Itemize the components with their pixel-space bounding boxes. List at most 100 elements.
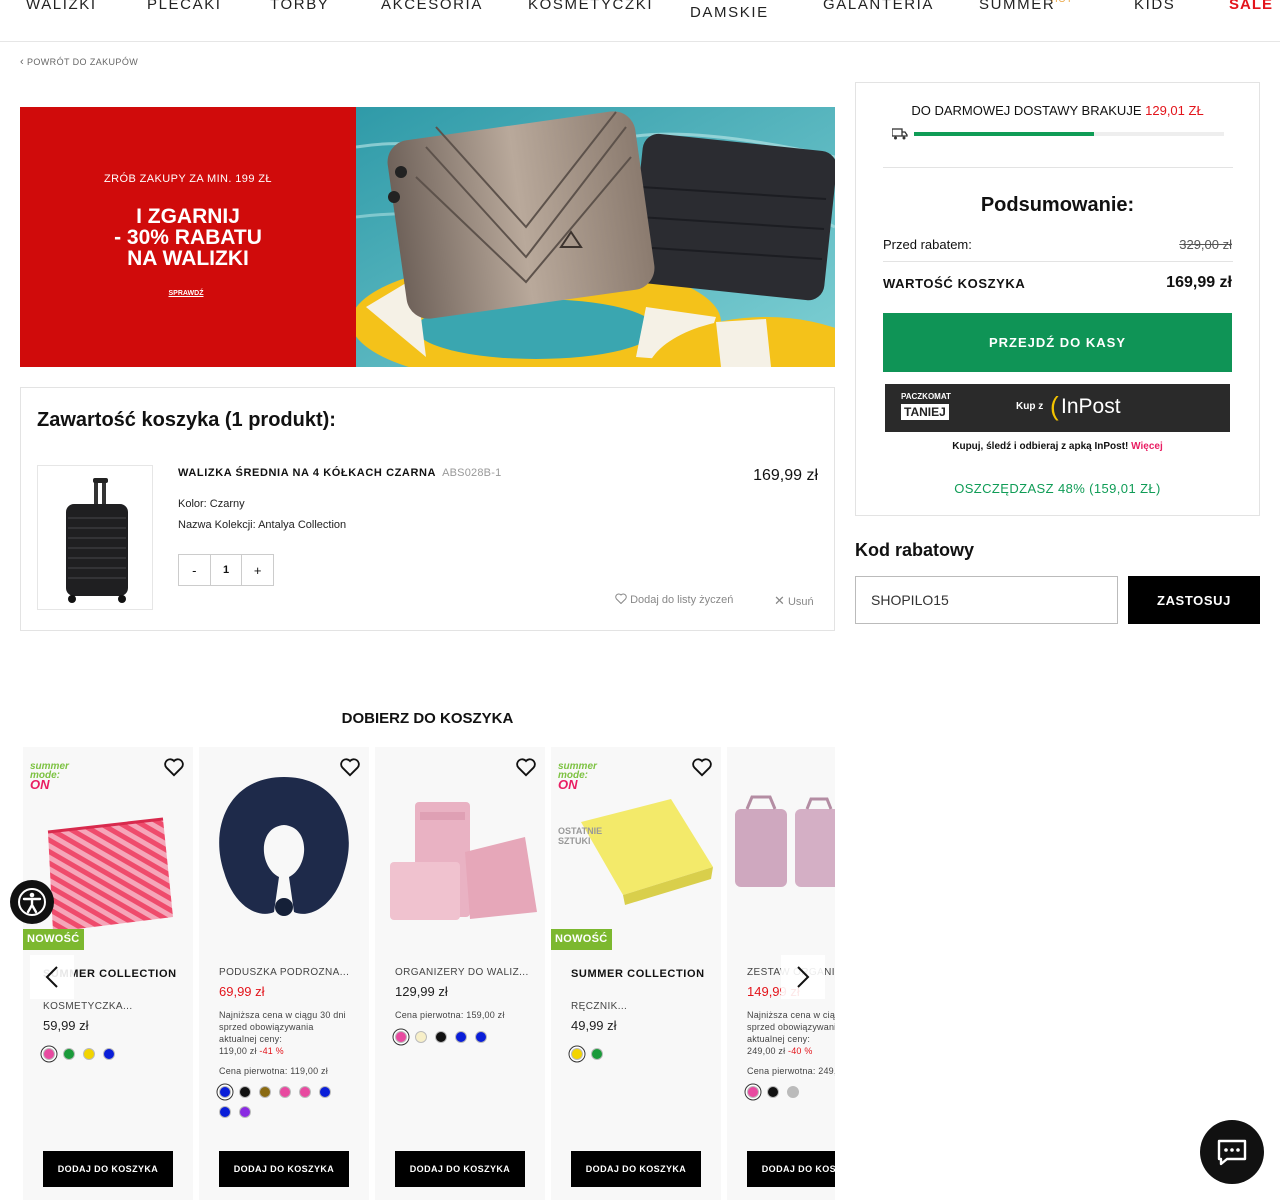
chat-button[interactable] [1200, 1120, 1264, 1184]
back-link-label: POWRÓT DO ZAKUPÓW [26, 57, 139, 67]
color-swatch[interactable] [591, 1048, 603, 1060]
product-card[interactable]: PODUSZKA PODRÓŻNA... 69,99 zł Najniższa … [199, 747, 369, 1200]
card-product-name[interactable]: PODUSZKA PODRÓŻNA... [219, 967, 354, 978]
color-swatch[interactable] [259, 1086, 271, 1098]
color-swatch[interactable] [219, 1106, 231, 1118]
checkout-button[interactable]: PRZEJDŹ DO KASY [883, 313, 1232, 372]
divider [883, 167, 1233, 168]
lowest-price-value: 249,00 zł [747, 1046, 786, 1056]
color-swatch[interactable] [319, 1086, 331, 1098]
color-swatch[interactable] [239, 1106, 251, 1118]
apply-discount-button[interactable]: ZASTOSUJ [1128, 576, 1260, 624]
color-swatch[interactable] [455, 1031, 467, 1043]
discount-percent: -41 % [259, 1046, 284, 1056]
nav-akcesoria[interactable]: AKCESORIA [381, 0, 483, 14]
heart-icon[interactable] [515, 757, 537, 777]
recommendations-carousel: summer mode: ON NOWOŚĆ SUMMER COLLECTION … [23, 747, 835, 1200]
new-badge: NOWOŚĆ [23, 929, 84, 950]
qty-increase-button[interactable]: + [242, 555, 273, 585]
free-shipping-amount: 129,01 ZŁ [1145, 103, 1204, 118]
color-swatch[interactable] [219, 1086, 231, 1098]
add-to-cart-button[interactable]: DODAJ DO KOSZYKA [747, 1151, 835, 1187]
product-thumbnail[interactable] [37, 465, 153, 610]
carousel-prev-button[interactable] [30, 955, 74, 999]
product-name-row[interactable]: WALIZKA ŚREDNIA NA 4 KÓŁKACH CZARNA ABS02… [178, 467, 501, 479]
discount-code-title: Kod rabatowy [855, 540, 975, 560]
organizers-image [390, 802, 537, 920]
color-swatch[interactable] [279, 1086, 291, 1098]
accessibility-icon [18, 888, 46, 916]
inpost-paczkomat: PACZKOMAT [901, 392, 951, 401]
add-to-cart-button[interactable]: DODAJ DO KOSZYKA [395, 1151, 525, 1187]
inpost-info: Kupuj, śledź i odbieraj z apką InPost! W… [856, 441, 1259, 452]
add-to-cart-button[interactable]: DODAJ DO KOSZYKA [571, 1151, 701, 1187]
carousel-next-button[interactable] [781, 955, 825, 999]
heart-icon [615, 593, 627, 605]
heart-icon[interactable] [339, 757, 361, 777]
inpost-banner[interactable]: PACZKOMAT TANIEJ Kup z ( InPost [885, 384, 1230, 432]
color-swatch[interactable] [43, 1048, 55, 1060]
add-to-wishlist-button[interactable]: Dodaj do listy życzeń [615, 593, 733, 606]
qty-input[interactable]: 1 [209, 555, 243, 585]
card-product-name[interactable]: KOSMETYCZKA... [43, 1001, 178, 1012]
nav-walizki[interactable]: WALIZKI [26, 0, 97, 14]
qty-decrease-button[interactable]: - [179, 555, 210, 585]
banner-link[interactable]: SPRAWDŹ [20, 290, 352, 297]
color-swatch[interactable] [571, 1048, 583, 1060]
product-sku: ABS028B-1 [442, 467, 502, 479]
inpost-more-link[interactable]: Więcej [1131, 441, 1163, 452]
product-card[interactable]: ORGANIZERY DO WALIZ... 129,99 zł Cena pi… [375, 747, 545, 1200]
quantity-stepper: - 1 + [178, 554, 274, 586]
color-swatch[interactable] [299, 1086, 311, 1098]
color-swatch[interactable] [83, 1048, 95, 1060]
discount-code-input[interactable] [855, 576, 1118, 624]
color-swatch[interactable] [475, 1031, 487, 1043]
color-swatches [219, 1086, 339, 1118]
product-card[interactable]: summer mode: ON OSTATNIE SZTUKI NOWOŚĆ SU… [551, 747, 721, 1200]
color-swatch[interactable] [63, 1048, 75, 1060]
nav-galanteria[interactable]: GALANTERIA [823, 0, 934, 14]
color-swatch[interactable] [435, 1031, 447, 1043]
card-price: 69,99 zł [219, 984, 265, 999]
back-to-shopping-link[interactable]: ‹ POWRÓT DO ZAKUPÓW [20, 56, 138, 68]
cosmetic-bag-image [47, 817, 173, 932]
remove-button[interactable]: ✕ Usuń [774, 593, 814, 609]
inpost-kup: Kup z [1016, 401, 1044, 412]
product-name[interactable]: WALIZKA ŚREDNIA NA 4 KÓŁKACH CZARNA [178, 467, 436, 479]
color-swatch[interactable] [415, 1031, 427, 1043]
suitcase-image [66, 478, 128, 603]
accessibility-button[interactable] [10, 880, 54, 924]
heart-icon[interactable] [691, 757, 713, 777]
nav-sale[interactable]: SALE [1229, 0, 1273, 14]
chat-icon [1217, 1139, 1247, 1166]
add-to-cart-button[interactable]: DODAJ DO KOSZYKA [43, 1151, 173, 1187]
nav-torebki-damskie[interactable]: TOREBKI DAMSKIE [690, 0, 768, 22]
chevron-right-icon [797, 966, 810, 988]
nav-kids[interactable]: KIDS [1134, 0, 1175, 14]
nav-torby[interactable]: TORBY [270, 0, 329, 14]
color-swatch[interactable] [747, 1086, 759, 1098]
color-swatch[interactable] [395, 1031, 407, 1043]
color-swatch[interactable] [239, 1086, 251, 1098]
card-collection-title: SUMMER COLLECTION [571, 968, 705, 980]
heart-icon[interactable] [163, 757, 185, 777]
inpost-taniej: TANIEJ [901, 404, 949, 420]
nav-kosmetyczki[interactable]: KOSMETYCZKI [528, 0, 653, 14]
card-product-name[interactable]: RĘCZNIK... [571, 1001, 706, 1012]
color-swatch[interactable] [767, 1086, 779, 1098]
color-swatch[interactable] [787, 1086, 799, 1098]
add-to-cart-button[interactable]: DODAJ DO KOSZYKA [219, 1151, 349, 1187]
nav-plecaki[interactable]: PLECAKI [147, 0, 222, 14]
nav-summer-label: SUMMER [979, 0, 1056, 13]
wishlist-label: Dodaj do listy życzeń [630, 594, 734, 606]
recommendations-title: DOBIERZ DO KOSZYKA [341, 710, 514, 727]
banner-line3: NA WALIZKI [127, 247, 249, 270]
card-product-name[interactable]: ORGANIZERY DO WALIZ... [395, 967, 530, 978]
nav-summer[interactable]: SUMMERHOT [979, 0, 1072, 14]
cart-contents: Zawartość koszyka (1 produkt): WALIZKA Ś… [20, 387, 835, 631]
new-badge: NOWOŚĆ [551, 929, 612, 950]
color-swatches [747, 1086, 835, 1098]
promo-banner[interactable]: ZRÓB ZAKUPY ZA MIN. 199 ZŁ I ZGARNIJ - 3… [20, 107, 835, 367]
color-swatch[interactable] [103, 1048, 115, 1060]
banner-headline: I ZGARNIJ - 30% RABATU NA WALIZKI [20, 206, 356, 269]
